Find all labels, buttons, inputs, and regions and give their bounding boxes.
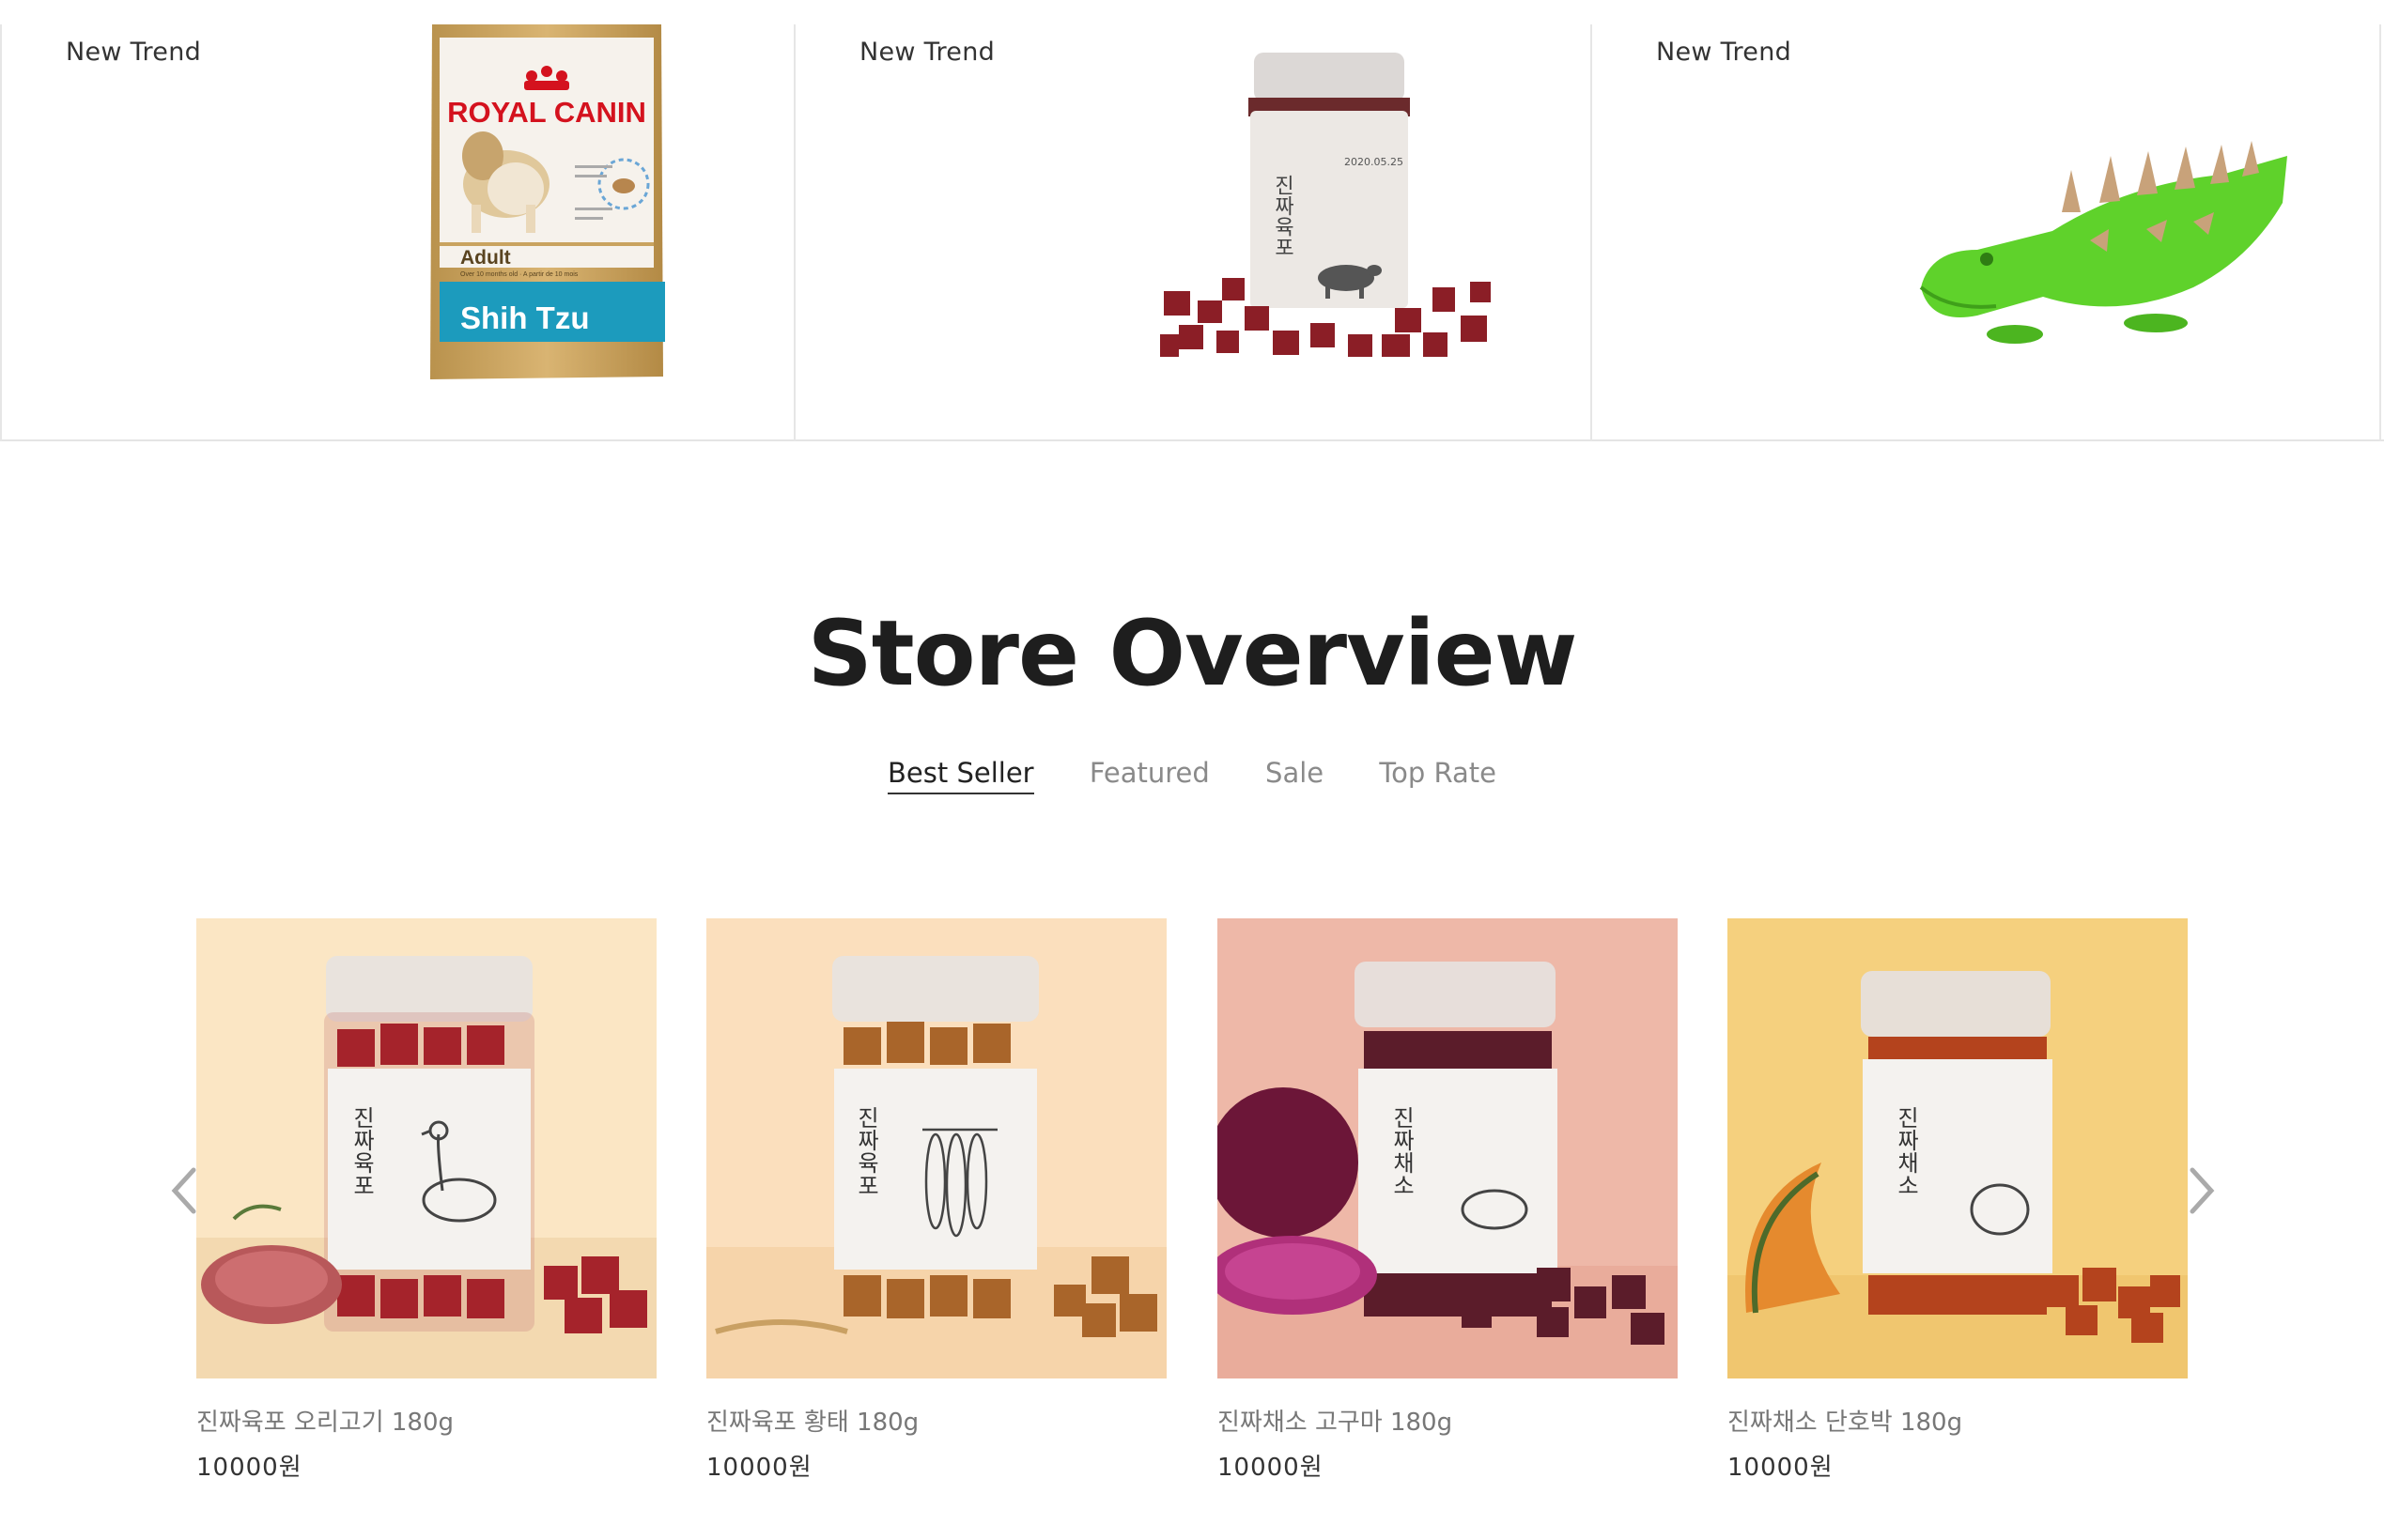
product-name[interactable]: 진짜채소 단호박 180g bbox=[1727, 1403, 1962, 1438]
trend-card-jerky-jar[interactable]: New Trend 진짜육포 2020.05.25 bbox=[794, 24, 1590, 441]
bag-breed-text: Shih Tzu bbox=[460, 300, 589, 335]
jerky-jar-image[interactable]: 진짜육포 2020.05.25 bbox=[1160, 53, 1498, 359]
royal-canin-bag-image[interactable]: ROYAL CANIN Adult Over 10 months old · A… bbox=[426, 24, 666, 381]
jerky-pollock-jar-image[interactable]: 진짜육포 bbox=[706, 918, 1167, 1378]
product-photo[interactable]: 진짜채소 bbox=[1727, 918, 2188, 1378]
trend-card-royal-canin[interactable]: New Trend ROYAL CANIN Adult Over 10 mont… bbox=[0, 24, 794, 441]
product-card[interactable]: 진짜육포 진짜육포 오리고기 180g 10000원 bbox=[196, 918, 657, 1482]
product-name[interactable]: 진짜육포 오리고기 180g bbox=[196, 1403, 454, 1438]
product-card[interactable]: 진짜채소 진짜채소 고구마 180g 10000원 bbox=[1217, 918, 1678, 1482]
product-photo[interactable]: 진짜육포 bbox=[196, 918, 657, 1378]
tab-top-rate[interactable]: Top Rate bbox=[1379, 757, 1496, 793]
jar-label-text: 진짜육포 bbox=[853, 1106, 879, 1196]
product-photo[interactable]: 진짜육포 bbox=[706, 918, 1167, 1378]
product-card[interactable]: 진짜육포 진짜육포 황태 180g 10000원 bbox=[706, 918, 1167, 1482]
veggie-pumpkin-jar-image[interactable]: 진짜채소 bbox=[1727, 918, 2188, 1378]
trend-label: New Trend bbox=[1656, 38, 1792, 67]
product-photo[interactable]: 진짜채소 bbox=[1217, 918, 1678, 1378]
chevron-right-icon[interactable] bbox=[2183, 1164, 2221, 1217]
new-trend-banner: New Trend ROYAL CANIN Adult Over 10 mont… bbox=[0, 0, 2384, 441]
product-price: 10000원 bbox=[1727, 1454, 1834, 1482]
product-name[interactable]: 진짜채소 고구마 180g bbox=[1217, 1403, 1452, 1438]
tab-featured[interactable]: Featured bbox=[1090, 757, 1210, 793]
bag-line-text: Adult bbox=[460, 247, 511, 269]
trend-label: New Trend bbox=[859, 38, 996, 67]
tab-best-seller[interactable]: Best Seller bbox=[888, 757, 1034, 794]
jar-label-text: 진짜채소 bbox=[1893, 1106, 1919, 1196]
veggie-sweet-potato-jar-image[interactable]: 진짜채소 bbox=[1217, 918, 1678, 1378]
section-title: Store Overview bbox=[807, 601, 1578, 706]
crocodile-toy-image[interactable] bbox=[1912, 118, 2297, 353]
bag-sub-text: Over 10 months old · A partir de 10 mois bbox=[460, 271, 579, 278]
jar-label-text: 진짜채소 bbox=[1388, 1106, 1415, 1196]
product-name[interactable]: 진짜육포 황태 180g bbox=[706, 1403, 919, 1438]
jar-label-text: 진짜육포 bbox=[348, 1106, 375, 1196]
trend-label: New Trend bbox=[66, 38, 202, 67]
trend-card-crocodile-toy[interactable]: New Trend bbox=[1590, 24, 2381, 441]
jerky-duck-jar-image[interactable]: 진짜육포 bbox=[196, 918, 657, 1378]
jar-label-text: 진짜육포 bbox=[1271, 175, 1294, 257]
product-price: 10000원 bbox=[196, 1454, 302, 1482]
bag-brand-text: ROYAL CANIN bbox=[447, 96, 646, 129]
product-card[interactable]: 진짜채소 진짜채소 단호박 180g 10000원 bbox=[1727, 918, 2188, 1482]
jar-date-text: 2020.05.25 bbox=[1344, 156, 1403, 168]
overview-tabs: Best Seller Featured Sale Top Rate bbox=[0, 757, 2384, 794]
product-price: 10000원 bbox=[706, 1454, 813, 1482]
tab-sale[interactable]: Sale bbox=[1265, 757, 1324, 793]
product-price: 10000원 bbox=[1217, 1454, 1324, 1482]
